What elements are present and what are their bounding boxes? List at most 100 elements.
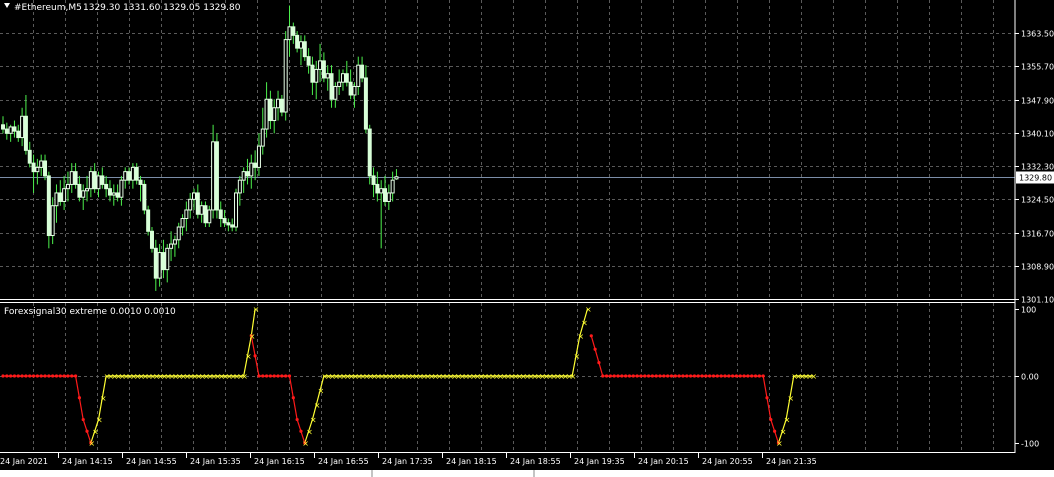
indicator-marker-red	[689, 374, 693, 378]
indicator-marker-red	[646, 374, 651, 378]
indicator-marker-red	[77, 396, 81, 400]
candle-body	[50, 205, 55, 237]
indicator-marker-red	[12, 374, 17, 378]
indicator-marker-red	[658, 374, 662, 378]
indicator-title: Forexsignal30 extreme 0.0010 0.0010	[4, 307, 176, 317]
candle-body	[230, 224, 235, 228]
indicator-marker-red	[650, 374, 655, 378]
candle-body	[390, 179, 395, 194]
time-tick-label: 24 Jan 18:15	[446, 457, 497, 466]
candle-body	[161, 252, 166, 271]
indicator-marker-red	[66, 374, 70, 378]
indicator-marker-yellow: ×	[577, 332, 584, 341]
indicator-marker-red	[639, 374, 643, 378]
candle-body	[130, 166, 135, 181]
indicator-marker-red	[654, 374, 658, 378]
candle-body	[54, 192, 59, 207]
indicator-marker-red	[669, 374, 674, 378]
indicator-marker-red	[662, 374, 666, 378]
indicator-marker-red	[681, 374, 685, 378]
candle-body	[383, 188, 387, 202]
indicator-marker-yellow: ×	[310, 416, 317, 425]
indicator-marker-red	[593, 347, 597, 351]
price-tick-label: 1340.10	[1021, 130, 1054, 139]
candle-body	[77, 183, 82, 198]
indicator-marker-red	[70, 374, 74, 378]
indicator-marker-yellow: ×	[249, 332, 256, 341]
indicator-marker-yellow: ×	[784, 416, 791, 425]
candle-body	[184, 209, 189, 219]
indicator-marker-yellow: ×	[302, 439, 309, 448]
indicator-marker-red	[28, 374, 32, 378]
indicator-tick-label: 0.00	[1021, 373, 1039, 382]
candle	[146, 205, 151, 236]
indicator-marker-red	[627, 374, 632, 378]
chart-root: #Ethereum,M5 1329.30 1331.60 1329.05 132…	[0, 0, 1054, 477]
symbol-title: #Ethereum,M5	[14, 3, 82, 13]
indicator-marker-red	[264, 374, 269, 378]
indicator-marker-yellow: ×	[787, 394, 794, 403]
candle-body	[142, 183, 147, 211]
candle-body	[138, 179, 143, 185]
candle-body	[306, 56, 311, 66]
candle-body	[107, 188, 112, 196]
time-tick-label: 24 Jan 14:15	[62, 457, 113, 466]
candle-body	[256, 145, 261, 168]
indicator-marker-yellow: ×	[581, 318, 588, 327]
price-tick-label: 1308.90	[1021, 263, 1054, 272]
candle-body	[27, 149, 32, 164]
candle-body	[39, 160, 44, 168]
indicator-marker-red	[39, 374, 43, 378]
indicator-marker-red	[753, 374, 758, 378]
candle-body	[153, 247, 158, 279]
indicator-marker-red	[51, 374, 55, 378]
indicator-marker-red	[589, 334, 593, 338]
indicator-marker-red	[696, 374, 700, 378]
chart-background	[0, 0, 1054, 477]
candle-body	[222, 218, 227, 224]
horizontal-scrollbar[interactable]	[0, 470, 1054, 477]
candle-body	[188, 198, 193, 211]
indicator-marker-red	[677, 374, 681, 378]
candle-body	[199, 205, 204, 215]
indicator-marker-yellow: ×	[253, 305, 260, 314]
candle-body	[356, 64, 361, 87]
indicator-marker-yellow: ×	[88, 439, 95, 448]
candle-body	[180, 218, 185, 228]
indicator-marker-red	[24, 374, 28, 378]
candle-body	[314, 68, 319, 83]
candle-body	[249, 162, 254, 177]
candle-body	[43, 160, 48, 177]
indicator-marker-red	[620, 374, 624, 378]
candle	[367, 124, 372, 185]
time-tick-label: 24 Jan 18:55	[510, 457, 561, 466]
candle-body	[88, 171, 93, 190]
indicator-marker-red	[9, 374, 13, 378]
candle	[214, 133, 219, 219]
candle-body	[1, 124, 5, 130]
candle-body	[379, 188, 384, 194]
time-tick-label: 24 Jan 20:55	[702, 457, 753, 466]
indicator-marker-red	[35, 374, 39, 378]
price-tick-label: 1332.30	[1021, 163, 1054, 172]
candle-body	[96, 175, 101, 190]
indicator-marker-red	[276, 374, 280, 378]
indicator-marker-red	[291, 396, 295, 400]
candle-body	[218, 209, 223, 219]
candle-body	[104, 183, 109, 190]
indicator-marker-red	[58, 374, 62, 378]
indicator-marker-red	[85, 429, 89, 433]
candle-body	[340, 73, 345, 83]
time-tick-label: 24 Jan 2021	[0, 457, 48, 466]
time-tick-label: 24 Jan 17:35	[382, 457, 433, 466]
indicator-marker-red	[268, 374, 272, 378]
candle-body	[203, 205, 208, 224]
indicator-marker-red	[757, 374, 761, 378]
indicator-marker-red	[734, 374, 739, 378]
candle-body	[211, 141, 216, 211]
candle	[149, 227, 154, 253]
indicator-marker-red	[272, 374, 276, 378]
candle-body	[333, 85, 338, 100]
candle-body	[192, 192, 196, 200]
candle-body	[119, 179, 124, 198]
